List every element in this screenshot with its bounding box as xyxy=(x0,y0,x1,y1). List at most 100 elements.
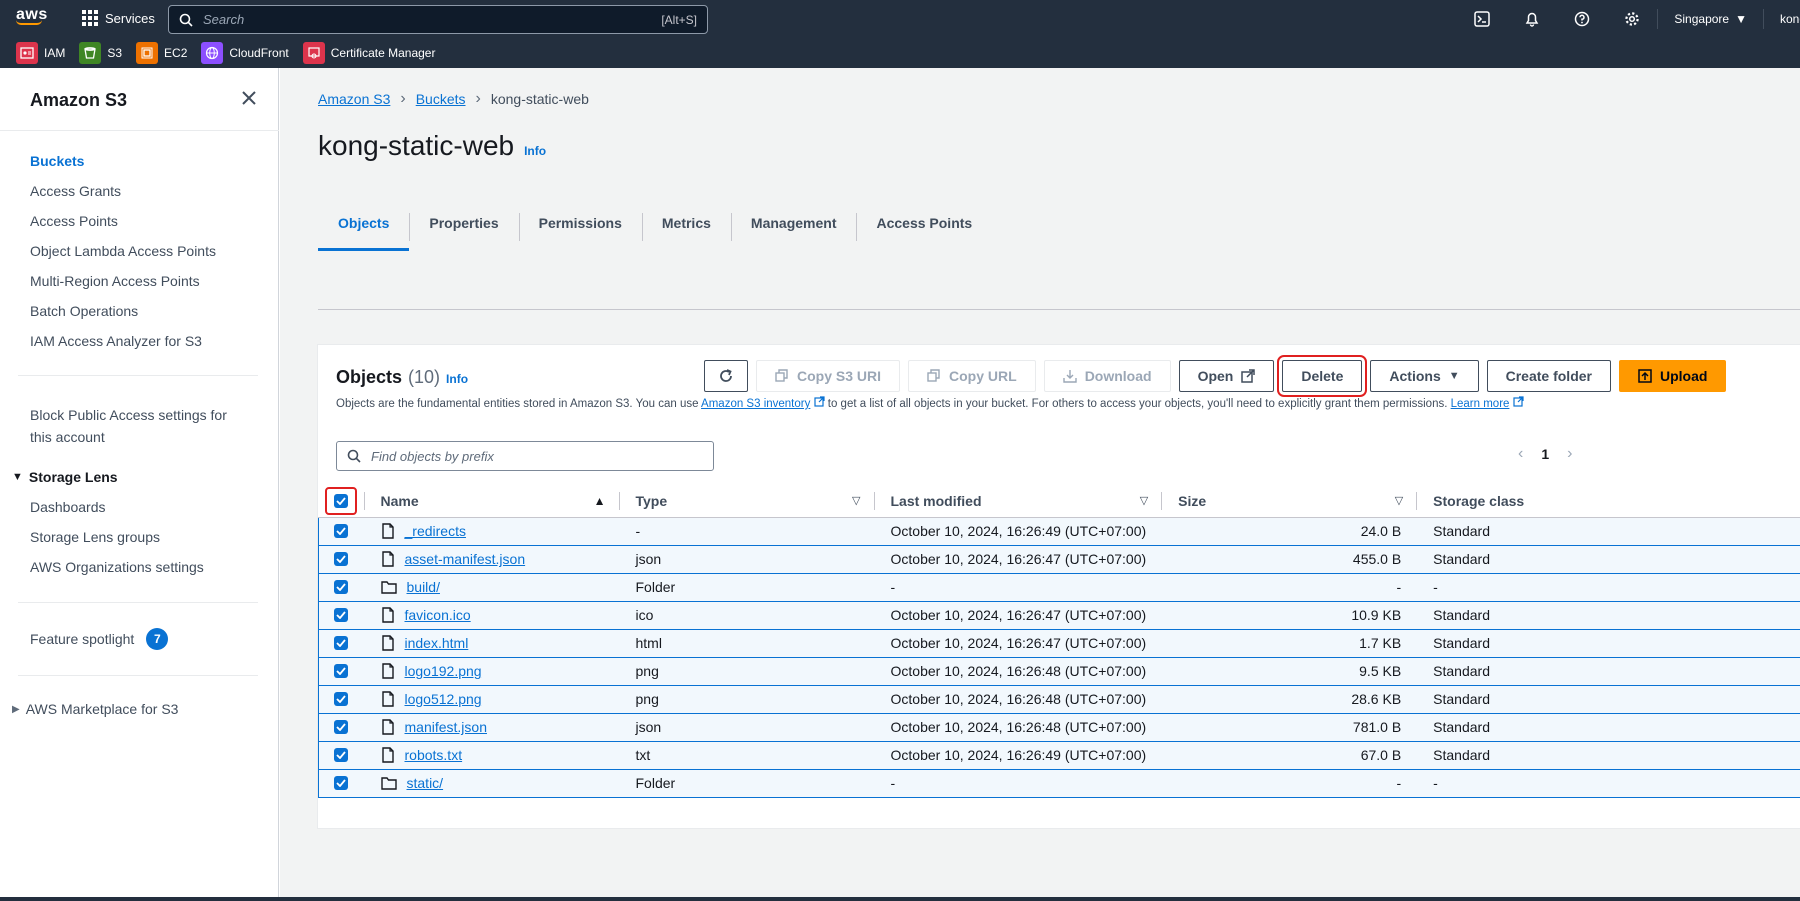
sidebar-item-iam-access-analyzer[interactable]: IAM Access Analyzer for S3 xyxy=(30,333,202,349)
object-name-link[interactable]: favicon.ico xyxy=(405,607,471,623)
table-row[interactable]: asset-manifest.json json October 10, 2024,… xyxy=(318,544,1800,573)
objects-title: Objects xyxy=(336,367,403,387)
sidebar-item-multi-region-access-points[interactable]: Multi-Region Access Points xyxy=(30,273,200,289)
find-objects-input[interactable]: Find objects by prefix xyxy=(336,441,714,471)
help-button[interactable] xyxy=(1557,0,1607,38)
object-name-link[interactable]: logo192.png xyxy=(405,663,482,679)
object-name-link[interactable]: robots.txt xyxy=(405,747,463,763)
account-menu[interactable]: kongt xyxy=(1764,12,1800,26)
objects-description: Objects are the fundamental entities sto… xyxy=(336,396,1524,410)
actions-dropdown[interactable]: Actions ▼ xyxy=(1370,360,1479,392)
chevron-left-icon[interactable]: ‹ xyxy=(1518,445,1523,463)
chevron-right-icon[interactable]: › xyxy=(1567,445,1572,463)
refresh-button[interactable] xyxy=(704,360,748,392)
chevron-right-icon: › xyxy=(400,90,406,107)
tab-permissions[interactable]: Permissions xyxy=(518,198,642,248)
sidebar-item-dashboards[interactable]: Dashboards xyxy=(30,499,106,515)
row-checkbox[interactable] xyxy=(327,519,355,543)
column-header-type[interactable]: Type ▽ xyxy=(619,485,875,518)
favorite-certificate-manager[interactable]: Certificate Manager xyxy=(302,42,435,64)
close-sidebar-button[interactable] xyxy=(239,88,259,108)
search-input[interactable]: Search [Alt+S] xyxy=(168,5,708,34)
object-name-link[interactable]: manifest.json xyxy=(405,719,487,735)
row-checkbox[interactable] xyxy=(327,575,355,599)
sidebar-item-buckets[interactable]: Buckets xyxy=(30,153,84,169)
favorite-iam[interactable]: IAM xyxy=(16,42,65,64)
top-right-controls: Singapore ▼ kongt xyxy=(1457,0,1800,38)
breadcrumb-buckets[interactable]: Buckets xyxy=(416,91,466,107)
object-name-link[interactable]: asset-manifest.json xyxy=(405,551,526,567)
tab-properties[interactable]: Properties xyxy=(409,198,518,248)
sidebar-item-label: Block Public Access settings for xyxy=(30,407,227,423)
sidebar-item-access-points[interactable]: Access Points xyxy=(30,213,118,229)
breadcrumb-amazon-s3[interactable]: Amazon S3 xyxy=(318,91,390,107)
object-name-link[interactable]: index.html xyxy=(405,635,469,651)
table-row[interactable]: build/Folder - - - xyxy=(318,572,1800,601)
row-checkbox[interactable] xyxy=(327,771,355,795)
table-row[interactable]: index.html html October 10, 2024, 16:26:47… xyxy=(318,628,1800,657)
sidebar-item-access-grants[interactable]: Access Grants xyxy=(30,183,121,199)
size-cell: 24.0 B xyxy=(1162,516,1418,545)
sidebar-item-block-public-access[interactable]: Block Public Access settings for this ac… xyxy=(30,404,227,448)
row-checkbox[interactable] xyxy=(327,687,355,711)
table-row[interactable]: logo192.png png October 10, 2024, 16:26:48… xyxy=(318,656,1800,685)
table-row[interactable]: logo512.png png October 10, 2024, 16:26:48… xyxy=(318,684,1800,713)
region-selector[interactable]: Singapore ▼ xyxy=(1658,12,1763,26)
column-header-storage-class[interactable]: Storage class xyxy=(1417,485,1800,518)
tab-objects[interactable]: Objects xyxy=(318,198,410,251)
cloudshell-button[interactable] xyxy=(1457,0,1507,38)
tab-metrics[interactable]: Metrics xyxy=(641,198,731,248)
current-page[interactable]: 1 xyxy=(1541,446,1549,462)
settings-button[interactable] xyxy=(1607,0,1657,38)
column-header-size[interactable]: Size ▽ xyxy=(1162,485,1418,518)
object-name-link[interactable]: build/ xyxy=(407,579,440,595)
table-body: _redirects - October 10, 2024, 16:26:49 (U… xyxy=(318,516,1800,798)
table-row[interactable]: manifest.json json October 10, 2024, 16:26… xyxy=(318,712,1800,741)
tab-management[interactable]: Management xyxy=(730,198,857,248)
favorite-cloudfront[interactable]: CloudFront xyxy=(201,42,289,64)
object-name-link[interactable]: static/ xyxy=(407,775,444,791)
object-name-link[interactable]: logo512.png xyxy=(405,691,482,707)
row-checkbox[interactable] xyxy=(327,659,355,683)
sidebar-item-storage-lens-groups[interactable]: Storage Lens groups xyxy=(30,529,160,545)
column-header-last-modified[interactable]: Last modified ▽ xyxy=(874,485,1163,518)
feature-spotlight-link[interactable]: Feature spotlight 7 xyxy=(30,628,169,650)
download-button[interactable]: Download xyxy=(1043,360,1171,392)
object-name-link[interactable]: _redirects xyxy=(405,523,466,539)
row-checkbox-cell xyxy=(318,628,365,657)
objects-info-link[interactable]: Info xyxy=(446,372,468,386)
favorite-ec2[interactable]: EC2 xyxy=(136,42,187,64)
table-row[interactable]: _redirects - October 10, 2024, 16:26:49 (U… xyxy=(318,516,1800,545)
select-all-checkbox[interactable] xyxy=(324,486,357,515)
learn-more-link[interactable]: Learn more xyxy=(1451,398,1510,410)
page-title: kong-static-web xyxy=(318,130,515,161)
row-checkbox[interactable] xyxy=(327,715,355,739)
column-header-name[interactable]: Name ▲ xyxy=(364,485,620,518)
copy-s3-uri-button[interactable]: Copy S3 URI xyxy=(756,360,901,392)
open-button[interactable]: Open xyxy=(1178,360,1275,392)
services-menu-button[interactable]: Services xyxy=(82,10,155,26)
sidebar-item-organizations-settings[interactable]: AWS Organizations settings xyxy=(30,559,204,575)
row-checkbox[interactable] xyxy=(327,547,355,571)
favorite-s3[interactable]: S3 xyxy=(79,42,122,64)
title-info-link[interactable]: Info xyxy=(524,144,546,158)
row-checkbox[interactable] xyxy=(327,603,355,627)
sidebar-item-object-lambda-access-points[interactable]: Object Lambda Access Points xyxy=(30,243,216,259)
table-row[interactable]: favicon.ico ico October 10, 2024, 16:26:47… xyxy=(318,600,1800,629)
upload-button[interactable]: Upload xyxy=(1618,360,1727,392)
table-row[interactable]: static/Folder - - - xyxy=(318,768,1800,798)
delete-button[interactable]: Delete xyxy=(1277,355,1368,397)
copy-url-button[interactable]: Copy URL xyxy=(908,360,1036,392)
tab-access-points[interactable]: Access Points xyxy=(856,198,992,248)
notifications-button[interactable] xyxy=(1507,0,1557,38)
sidebar-item-batch-operations[interactable]: Batch Operations xyxy=(30,303,138,319)
row-checkbox[interactable] xyxy=(327,631,355,655)
sidebar-item-marketplace[interactable]: ▶ AWS Marketplace for S3 xyxy=(12,701,178,717)
aws-logo[interactable]: aws xyxy=(16,6,48,25)
row-checkbox[interactable] xyxy=(327,743,355,767)
last-modified-cell: October 10, 2024, 16:26:47 (UTC+07:00) xyxy=(874,628,1163,657)
s3-inventory-link[interactable]: Amazon S3 inventory xyxy=(701,398,810,410)
table-row[interactable]: robots.txt txt October 10, 2024, 16:26:49 … xyxy=(318,740,1800,769)
create-folder-button[interactable]: Create folder xyxy=(1486,360,1611,392)
storage-lens-section-toggle[interactable]: ▼ Storage Lens xyxy=(12,469,118,485)
